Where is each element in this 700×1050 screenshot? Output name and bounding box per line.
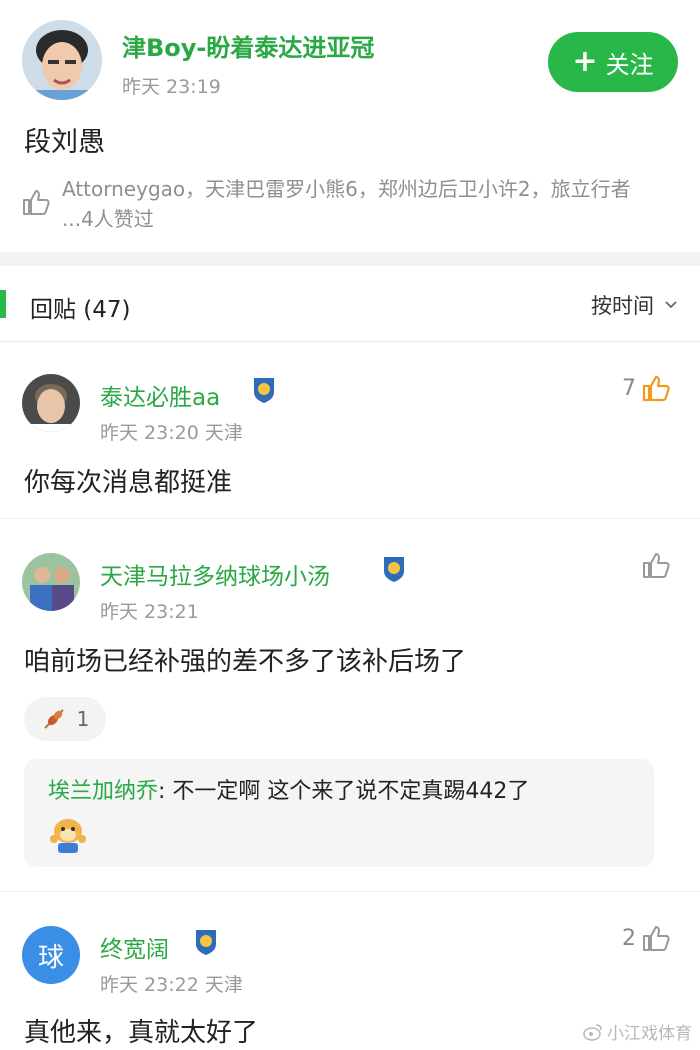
replies-count-title: 回贴 (47)	[30, 297, 131, 323]
like-count: 7	[622, 375, 636, 401]
sub-reply-box[interactable]: 埃兰加纳乔: 不一定啊 这个来了说不定真踢442了	[24, 759, 654, 867]
commenter-avatar[interactable]	[22, 374, 80, 432]
like-button[interactable]	[636, 549, 672, 581]
comment-text: 真他来，真就太好了	[24, 1018, 259, 1048]
like-count: 2	[622, 925, 636, 951]
comment-meta: 昨天 23:21	[100, 601, 199, 623]
thumbs-up-icon	[643, 926, 670, 951]
comment-text: 咱前场已经补强的差不多了该补后场了	[24, 647, 467, 677]
watermark-text: 小江戏体育	[607, 1024, 692, 1044]
post-header: 津Boy-盼着泰达进亚冠 昨天 23:19 + 关注	[0, 0, 700, 110]
plus-icon: +	[572, 44, 598, 79]
comment-item: 泰达必胜aa 昨天 23:20 天津 7 你每次消息都挺准	[0, 342, 700, 518]
author-name[interactable]: 津Boy-盼着泰达进亚冠	[122, 28, 374, 63]
follow-label: 关注	[605, 50, 654, 79]
reaction-count: 1	[76, 707, 90, 731]
like-button[interactable]: 7	[622, 372, 672, 404]
commenter-name[interactable]: 泰达必胜aa	[100, 378, 220, 412]
sub-reply-text: : 不一定啊 这个来了说不定真踢442了	[158, 779, 530, 804]
team-badge-icon	[196, 930, 216, 955]
commenter-name[interactable]: 终宽阔	[100, 930, 169, 964]
like-button[interactable]: 2	[622, 922, 672, 954]
section-accent	[0, 290, 6, 318]
team-badge-icon	[384, 557, 404, 582]
thumbs-up-icon	[642, 375, 670, 402]
sort-dropdown[interactable]: 按时间	[591, 290, 678, 320]
chevron-down-icon	[665, 301, 677, 309]
likers-text: Attorneygao，天津巴雷罗小熊6，郑州边后卫小许2，旅立行者 ...4人…	[62, 177, 631, 231]
comment-item: 天津马拉多纳球场小汤 昨天 23:21 咱前场已经补强的差不多了该补后场了 1 …	[0, 519, 700, 891]
weibo-icon	[583, 1023, 602, 1041]
team-badge-icon	[254, 378, 274, 403]
post-time: 昨天 23:19	[122, 76, 221, 98]
follow-button[interactable]: + 关注	[548, 32, 678, 92]
comment-meta: 昨天 23:20 天津	[100, 422, 243, 444]
post-content: 段刘愚	[24, 127, 105, 158]
thumbs-up-icon	[643, 553, 670, 578]
sub-reply-author[interactable]: 埃兰加纳乔	[48, 779, 158, 804]
author-avatar[interactable]	[22, 20, 102, 100]
replies-header: 回贴 (47) 按时间	[0, 266, 700, 342]
sort-label: 按时间	[591, 294, 654, 318]
reaction-chip[interactable]: 1	[24, 697, 106, 741]
comment-meta: 昨天 23:22 天津	[100, 974, 243, 996]
thumbs-up-icon	[23, 190, 50, 215]
doge-sticker-icon	[50, 819, 86, 853]
commenter-avatar[interactable]	[22, 553, 80, 611]
skewer-icon	[43, 709, 64, 729]
commenter-name[interactable]: 天津马拉多纳球场小汤	[100, 557, 330, 591]
sub-reply-line: 埃兰加纳乔: 不一定啊 这个来了说不定真踢442了	[48, 773, 529, 805]
commenter-avatar[interactable]: 球	[22, 926, 80, 984]
avatar-letter: 球	[37, 942, 64, 973]
comment-text: 你每次消息都挺准	[24, 468, 233, 498]
section-separator	[0, 252, 700, 266]
likers-row[interactable]: Attorneygao，天津巴雷罗小熊6，郑州边后卫小许2，旅立行者 ...4人…	[20, 174, 660, 234]
watermark: 小江戏体育	[583, 1019, 692, 1044]
